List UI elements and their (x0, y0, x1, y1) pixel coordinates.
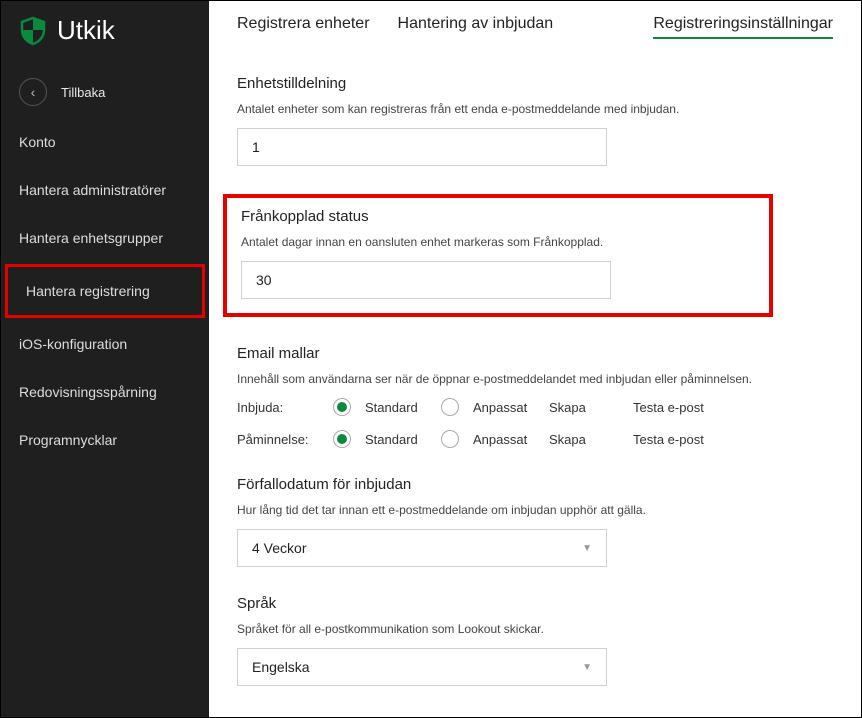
reminder-template-row: Påminnelse: Standard Anpassat Skapa Test… (237, 430, 833, 448)
shield-icon (19, 16, 47, 46)
sidebar-item-audit[interactable]: Redovisningsspårning (1, 368, 209, 416)
device-allocation-desc: Antalet enheter som kan registreras från… (237, 102, 833, 116)
disconnected-title: Frånkopplad status (241, 208, 755, 225)
reminder-custom-radio[interactable] (441, 430, 459, 448)
language-title: Språk (237, 595, 833, 612)
email-templates-desc: Innehåll som användarna ser när de öppna… (237, 372, 833, 386)
device-allocation-title: Enhetstilldelning (237, 75, 833, 92)
invite-create-link[interactable]: Skapa (549, 400, 619, 415)
expiration-desc: Hur lång tid det tar innan ett e-postmed… (237, 503, 833, 517)
chevron-down-icon: ▼ (582, 543, 592, 554)
tabs: Registrera enheter Hantering av inbjudan… (237, 15, 833, 39)
sidebar-item-registration[interactable]: Hantera registrering (5, 264, 205, 318)
invite-row-label: Inbjuda: (237, 400, 319, 415)
tab-register-devices[interactable]: Registrera enheter (237, 15, 370, 37)
expiration-select-value: 4 Veckor (252, 540, 306, 556)
brand-name: Utkik (57, 15, 115, 46)
email-templates-title: Email mallar (237, 345, 833, 362)
sidebar-item-device-groups[interactable]: Hantera enhetsgrupper (1, 214, 209, 262)
reminder-test-link[interactable]: Testa e-post (633, 432, 704, 447)
reminder-standard-label: Standard (365, 432, 427, 447)
section-email-templates: Email mallar Innehåll som användarna ser… (237, 345, 833, 448)
section-disconnected-status: Frånkopplad status Antalet dagar innan e… (223, 194, 773, 317)
brand: Utkik (1, 1, 209, 66)
invite-standard-radio[interactable] (333, 398, 351, 416)
expiration-title: Förfallodatum för inbjudan (237, 476, 833, 493)
language-select-value: Engelska (252, 659, 310, 675)
tab-registration-settings[interactable]: Registreringsinställningar (653, 15, 833, 39)
reminder-row-label: Påminnelse: (237, 432, 319, 447)
section-invitation-expiration: Förfallodatum för inbjudan Hur lång tid … (237, 476, 833, 567)
invite-template-row: Inbjuda: Standard Anpassat Skapa Testa e… (237, 398, 833, 416)
invite-custom-radio[interactable] (441, 398, 459, 416)
sidebar: Utkik ‹ Tillbaka Konto Hantera administr… (1, 1, 209, 717)
expiration-select[interactable]: 4 Veckor ▼ (237, 529, 607, 567)
language-desc: Språket för all e-postkommunikation som … (237, 622, 833, 636)
back-button[interactable]: ‹ Tillbaka (1, 66, 209, 118)
invite-test-link[interactable]: Testa e-post (633, 400, 704, 415)
main-content: Registrera enheter Hantering av inbjudan… (209, 1, 861, 717)
invite-custom-label: Anpassat (473, 400, 535, 415)
disconnected-desc: Antalet dagar innan en oansluten enhet m… (241, 235, 755, 249)
disconnected-days-input[interactable] (241, 261, 611, 299)
sidebar-item-admins[interactable]: Hantera administratörer (1, 166, 209, 214)
reminder-custom-label: Anpassat (473, 432, 535, 447)
sidebar-item-ios-config[interactable]: iOS-konfiguration (1, 320, 209, 368)
sidebar-item-account[interactable]: Konto (1, 118, 209, 166)
back-label: Tillbaka (61, 85, 105, 100)
reminder-standard-radio[interactable] (333, 430, 351, 448)
sidebar-item-app-keys[interactable]: Programnycklar (1, 416, 209, 464)
language-select[interactable]: Engelska ▼ (237, 648, 607, 686)
section-device-allocation: Enhetstilldelning Antalet enheter som ka… (237, 75, 833, 166)
chevron-down-icon: ▼ (582, 662, 592, 673)
section-language: Språk Språket för all e-postkommunikatio… (237, 595, 833, 686)
device-allocation-input[interactable] (237, 128, 607, 166)
tab-invitation-management[interactable]: Hantering av inbjudan (398, 15, 554, 37)
reminder-create-link[interactable]: Skapa (549, 432, 619, 447)
invite-standard-label: Standard (365, 400, 427, 415)
chevron-left-icon: ‹ (19, 78, 47, 106)
